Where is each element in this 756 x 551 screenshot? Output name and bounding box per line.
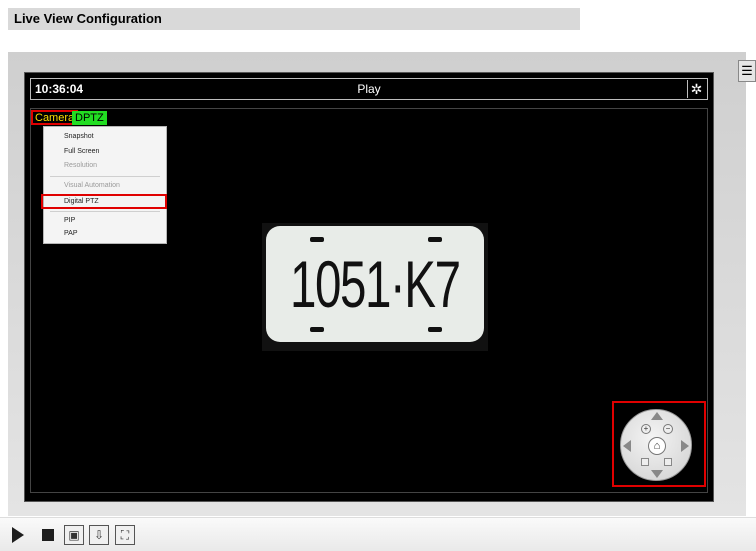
license-plate-face: 1051·K7 xyxy=(266,226,484,342)
snapshot-button[interactable]: ▣ xyxy=(62,524,86,546)
menu-separator xyxy=(50,176,160,177)
menu-item-snapshot[interactable]: Snapshot xyxy=(64,132,94,142)
snapshot-icon: ▣ xyxy=(64,525,84,545)
play-icon xyxy=(12,527,24,543)
stop-button[interactable] xyxy=(36,524,60,546)
zoom-in-icon[interactable]: + xyxy=(641,424,651,434)
play-button[interactable] xyxy=(6,524,30,546)
ptz-control-pad[interactable]: + − ⌂ xyxy=(620,409,692,481)
menu-separator xyxy=(50,211,160,212)
fullscreen-icon: ⛶ xyxy=(115,525,135,545)
highlight-box xyxy=(41,194,167,209)
record-icon: ⇩ xyxy=(89,525,109,545)
fullscreen-button[interactable]: ⛶ xyxy=(113,524,137,546)
plate-bolt xyxy=(428,327,442,332)
menu-item-pip[interactable]: PIP xyxy=(64,216,75,226)
gear-icon[interactable]: ✲ xyxy=(687,80,705,98)
zoom-out-icon[interactable]: − xyxy=(663,424,673,434)
home-icon[interactable]: ⌂ xyxy=(648,437,666,455)
plate-bolt xyxy=(428,237,442,242)
pan-down-icon[interactable] xyxy=(651,470,663,478)
player-status-title: Play xyxy=(357,82,381,96)
plate-bolt xyxy=(310,327,324,332)
pan-right-icon[interactable] xyxy=(681,440,689,452)
playback-toolbar: ▣ ⇩ ⛶ xyxy=(0,517,756,551)
plate-text: 1051·K7 xyxy=(290,247,461,321)
pan-left-icon[interactable] xyxy=(623,440,631,452)
menu-item-full-screen[interactable]: Full Screen xyxy=(64,147,99,157)
dptz-tag[interactable]: DPTZ xyxy=(72,111,107,125)
pan-up-icon[interactable] xyxy=(651,412,663,420)
menu-item-resolution[interactable]: Resolution xyxy=(64,161,97,171)
menu-item-pap[interactable]: PAP xyxy=(64,229,78,239)
license-plate: 1051·K7 xyxy=(262,223,488,351)
focus-near-icon[interactable] xyxy=(641,458,649,466)
context-menu: Snapshot Full Screen Resolution Visual A… xyxy=(41,126,167,244)
record-button[interactable]: ⇩ xyxy=(87,524,111,546)
side-panel-toggle-icon[interactable]: ☰ xyxy=(738,60,756,82)
focus-far-icon[interactable] xyxy=(664,458,672,466)
page-title: Live View Configuration xyxy=(8,8,580,30)
ptz-highlight-box: + − ⌂ xyxy=(612,401,706,487)
player-topbar: 10:36:04 Play ✲ xyxy=(30,78,708,100)
plate-bolt xyxy=(310,237,324,242)
menu-item-visual-automation[interactable]: Visual Automation xyxy=(64,181,120,191)
stop-icon xyxy=(42,529,54,541)
